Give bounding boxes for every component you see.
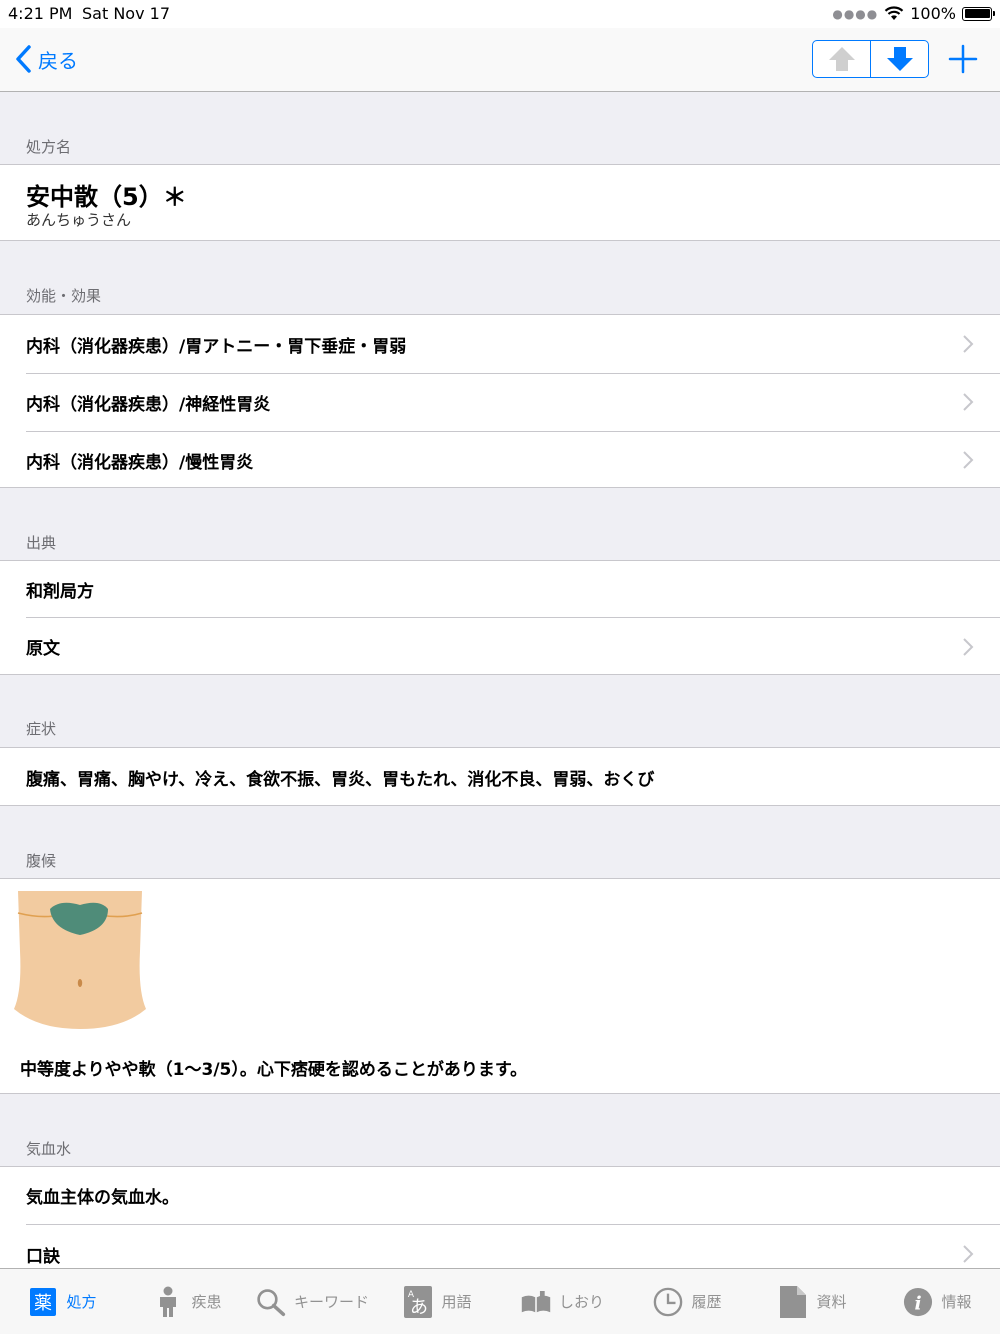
tab-label: 疾患 xyxy=(191,1293,222,1311)
prescription-name: 安中散（5）＊ xyxy=(26,183,187,211)
kuketsu-label: 口訣 xyxy=(26,1246,60,1267)
symptoms-row: 腹痛、胃痛、胸やけ、冷え、食欲不振、胃炎、胃もたれ、消化不良、胃弱、おくび xyxy=(0,748,1000,806)
tab-bookmark[interactable]: しおり xyxy=(500,1269,625,1334)
prescription-name-group: 安中散（5）＊ あんちゅうさん xyxy=(0,164,1000,241)
navigation-bar: 戻る xyxy=(0,28,1000,92)
symptoms-header: 症状 xyxy=(26,720,57,738)
efficacy-group: 内科（消化器疾患）/胃アトニー・胃下垂症・胃弱 内科（消化器疾患）/神経性胃炎 … xyxy=(0,314,1000,488)
medicine-icon: 薬 xyxy=(28,1287,58,1317)
chevron-right-icon xyxy=(963,451,974,469)
tab-prescription[interactable]: 薬 処方 xyxy=(0,1269,125,1334)
tab-keyword[interactable]: キーワード xyxy=(250,1269,375,1334)
back-label: 戻る xyxy=(38,48,78,73)
chevron-left-icon xyxy=(16,45,31,73)
tab-label: 処方 xyxy=(66,1293,97,1311)
kiketsusui-header: 気血水 xyxy=(26,1140,72,1158)
efficacy-label: 内科（消化器疾患）/胃アトニー・胃下垂症・胃弱 xyxy=(26,336,407,357)
wifi-icon xyxy=(885,6,904,20)
arrow-up-icon xyxy=(828,47,855,71)
previous-button[interactable] xyxy=(813,41,870,77)
svg-text:薬: 薬 xyxy=(34,1293,52,1314)
prev-next-control xyxy=(812,40,929,78)
tab-materials[interactable]: 資料 xyxy=(750,1269,875,1334)
tab-glossary[interactable]: あA 用語 xyxy=(375,1269,500,1334)
chevron-right-icon xyxy=(963,335,974,353)
person-icon xyxy=(153,1286,183,1317)
efficacy-header: 効能・効果 xyxy=(26,287,102,305)
clock-icon xyxy=(653,1287,683,1317)
tab-bar: 薬 処方 疾患 キーワード あA 用語 しおり 履歴 資料 i 情報 xyxy=(0,1268,1000,1334)
chevron-right-icon xyxy=(963,393,974,411)
arrow-down-icon xyxy=(886,47,913,71)
tab-label: 用語 xyxy=(441,1293,472,1311)
status-bar: 4:21 PM Sat Nov 17 ●●●● 100% xyxy=(0,0,1000,28)
status-time: 4:21 PM xyxy=(8,4,73,23)
chevron-right-icon xyxy=(963,637,974,656)
info-icon: i xyxy=(903,1287,933,1317)
battery-icon xyxy=(962,6,995,21)
tab-label: しおり xyxy=(558,1293,604,1311)
tab-label: 情報 xyxy=(941,1293,972,1311)
cellular-signal-icon: ●●●● xyxy=(832,6,879,21)
symptoms-text: 腹痛、胃痛、胸やけ、冷え、食欲不振、胃炎、胃もたれ、消化不良、胃弱、おくび xyxy=(26,769,655,790)
document-icon xyxy=(778,1285,808,1318)
tab-label: 履歴 xyxy=(691,1293,722,1311)
tab-history[interactable]: 履歴 xyxy=(625,1269,750,1334)
symptoms-group: 腹痛、胃痛、胸やけ、冷え、食欲不振、胃炎、胃もたれ、消化不良、胃弱、おくび xyxy=(0,747,1000,806)
battery-percent: 100% xyxy=(910,4,956,23)
tab-label: キーワード xyxy=(293,1293,369,1311)
svg-text:あ: あ xyxy=(410,1297,428,1318)
chevron-right-icon xyxy=(963,1245,974,1263)
bookmark-icon xyxy=(521,1287,551,1317)
kiketsusui-row: 気血主体の気血水。 xyxy=(0,1167,1000,1224)
svg-text:A: A xyxy=(408,1290,415,1300)
tab-info[interactable]: i 情報 xyxy=(875,1269,1000,1334)
svg-text:i: i xyxy=(915,1292,922,1314)
kiketsusui-text: 気血主体の気血水。 xyxy=(26,1188,179,1208)
next-button[interactable] xyxy=(870,41,928,77)
back-button[interactable]: 戻る xyxy=(14,42,78,76)
efficacy-row[interactable]: 内科（消化器疾患）/慢性胃炎 xyxy=(0,431,1000,489)
original-text-label: 原文 xyxy=(26,639,60,659)
source-book-row: 和剤局方 xyxy=(0,561,1000,618)
tab-label: 資料 xyxy=(816,1293,847,1311)
source-group: 和剤局方 原文 xyxy=(0,560,1000,675)
abdominal-header: 腹候 xyxy=(26,852,57,870)
search-icon xyxy=(256,1287,286,1317)
prescription-reading: あんちゅうさん xyxy=(26,211,132,229)
prescription-name-header: 処方名 xyxy=(26,138,72,156)
tab-disease[interactable]: 疾患 xyxy=(125,1269,250,1334)
efficacy-label: 内科（消化器疾患）/神経性胃炎 xyxy=(26,394,271,415)
status-indicators: ●●●● 100% xyxy=(832,4,995,23)
add-icon[interactable] xyxy=(946,42,980,76)
abdominal-group: 中等度よりやや軟（1～3/5）。心下痞硬を認めることがあります。 xyxy=(0,878,1000,1094)
glossary-icon: あA xyxy=(403,1285,433,1318)
source-header: 出典 xyxy=(26,534,57,552)
efficacy-row[interactable]: 内科（消化器疾患）/胃アトニー・胃下垂症・胃弱 xyxy=(0,315,1000,373)
status-date: Sat Nov 17 xyxy=(82,4,170,23)
source-book: 和剤局方 xyxy=(26,582,94,602)
efficacy-label: 内科（消化器疾患）/慢性胃炎 xyxy=(26,452,254,473)
original-text-row[interactable]: 原文 xyxy=(0,618,1000,675)
efficacy-row[interactable]: 内科（消化器疾患）/神経性胃炎 xyxy=(0,373,1000,431)
abdominal-text: 中等度よりやや軟（1～3/5）。心下痞硬を認めることがあります。 xyxy=(20,1060,528,1080)
abdomen-diagram xyxy=(14,891,146,1029)
